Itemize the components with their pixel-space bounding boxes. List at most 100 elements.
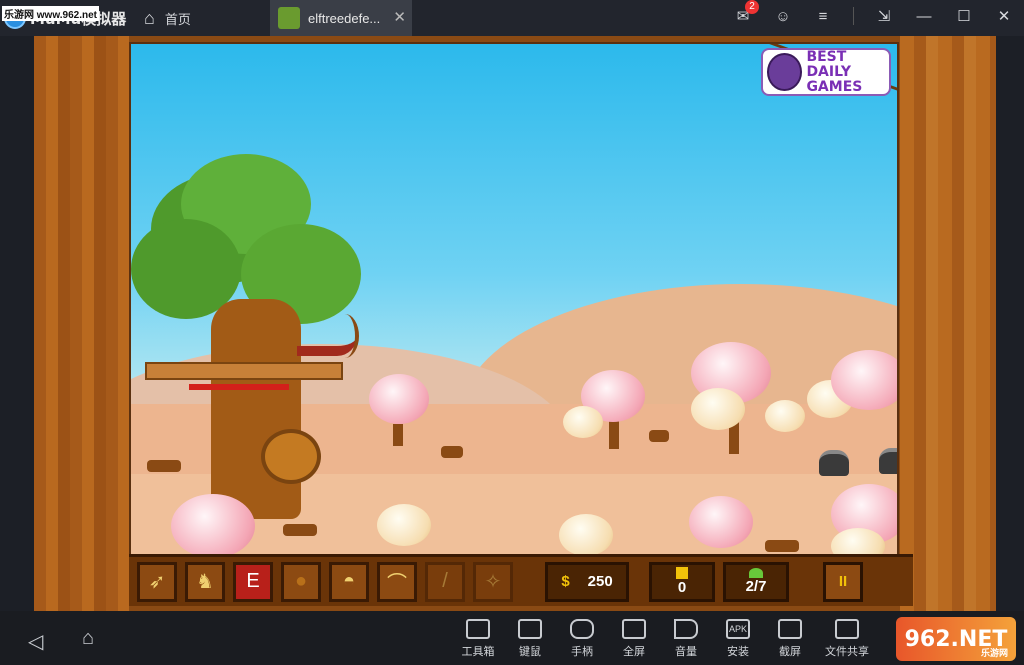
tool-screenshot[interactable]: 截屏 (764, 619, 816, 659)
pause-button[interactable]: II (823, 561, 863, 602)
cream-tree (559, 514, 613, 554)
wave-display: 2/7 (723, 561, 789, 602)
tool-label: 手柄 (571, 646, 593, 658)
home-tab-label: 首页 (164, 11, 191, 27)
back-icon[interactable]: ◁ (28, 629, 43, 654)
elf-shield-icon: E (246, 570, 260, 592)
bow-icon: ⌒ (387, 573, 407, 595)
tree-stump (765, 540, 799, 552)
user-icon[interactable]: ☺ (773, 6, 793, 26)
gamepad-icon (570, 619, 594, 639)
slot-pinecone-bomb[interactable]: ● (281, 561, 321, 602)
mail-icon[interactable]: ✉ 2 (733, 0, 759, 26)
wood-frame-left (34, 36, 129, 611)
shrink-icon[interactable]: ⇲ (874, 6, 894, 26)
tool-label: 键鼠 (519, 646, 541, 658)
tool-keyboard[interactable]: 键鼠 (504, 619, 556, 659)
menu-icon[interactable]: ≡ (813, 6, 833, 26)
tool-toolbox[interactable]: 工具箱 (452, 619, 504, 659)
orc-enemy[interactable] (879, 448, 897, 474)
pink-tree (831, 350, 897, 410)
sponsor-line-1: BEST DAILY (806, 48, 851, 80)
orc-enemy[interactable] (819, 450, 849, 476)
cream-tree (563, 406, 603, 438)
home-tab[interactable]: ⌂ 首页 (144, 6, 191, 30)
slot-horned-helmet[interactable]: ♞ (185, 561, 225, 602)
watermark-subtext: 乐游网 (980, 649, 1008, 659)
volume-icon (674, 619, 698, 639)
slot-wing-locked[interactable]: ✧ (473, 561, 513, 602)
pink-tree (689, 496, 753, 548)
wood-frame-right (900, 36, 996, 611)
slot-crossbow-bolt[interactable]: ➶ (137, 561, 177, 602)
cream-tree (765, 400, 805, 432)
enemy-head-icon (749, 568, 763, 578)
crossbow-bow (331, 314, 359, 358)
home-nav-icon[interactable]: ⌂ (82, 627, 94, 650)
tool-file-share[interactable]: 文件共享 (816, 619, 878, 659)
cream-tree (831, 528, 885, 554)
maximize-icon[interactable]: ☐ (954, 6, 974, 26)
pinecone-bomb-icon: ● (294, 570, 308, 592)
slot-bow[interactable]: ⌒ (377, 561, 417, 602)
tool-install-apk[interactable]: APK 安装 (712, 619, 764, 659)
money-value: 250 (587, 573, 613, 590)
slot-golden-helmet[interactable]: ◓ (329, 561, 369, 602)
slot-elf-shield[interactable]: E (233, 561, 273, 602)
emulator-dock: ◁ ⌂ 工具箱 键鼠 手柄 全屏 音量 APK 安装 截屏 文件共享 962.NE… (0, 611, 1024, 665)
pink-tree (171, 494, 255, 554)
close-window-icon[interactable]: ✕ (994, 6, 1014, 26)
close-tab-icon[interactable]: ✕ (393, 8, 406, 26)
tree-trunk (211, 299, 301, 519)
dollar-icon: $ (561, 573, 570, 590)
sponsor-logo[interactable]: BEST DAILY GAMES (761, 48, 891, 96)
game-hud: ➶ ♞ E ● ◓ ⌒ / ✧ $ 250 0 2/7 II (129, 554, 913, 606)
mail-badge: 2 (745, 0, 759, 14)
tree-stem (609, 419, 619, 449)
gold-display: 0 (649, 561, 715, 602)
keyboard-icon (518, 619, 542, 639)
tree-door (261, 429, 321, 484)
tree-stump (649, 430, 669, 442)
game-thumbnail-icon (278, 7, 300, 29)
cream-tree (691, 388, 745, 430)
wing-icon: ✧ (484, 571, 502, 593)
sponsor-line-2: GAMES (806, 78, 863, 95)
game-stage[interactable]: BEST DAILY GAMES (129, 42, 899, 556)
fullscreen-icon (622, 619, 646, 639)
crop-icon (778, 619, 802, 639)
money-display: $ 250 (545, 561, 629, 602)
tree-health-bar (189, 384, 289, 390)
tool-label: 安装 (727, 646, 749, 658)
tool-volume[interactable]: 音量 (660, 619, 712, 659)
pink-tree (369, 374, 429, 424)
tool-fullscreen[interactable]: 全屏 (608, 619, 660, 659)
slot-staff-locked[interactable]: / (425, 561, 465, 602)
tool-label: 音量 (675, 646, 697, 658)
tab-game[interactable]: elftreedefe... ✕ (270, 0, 412, 36)
divider (853, 7, 854, 25)
game-viewport[interactable]: BEST DAILY GAMES ➶ ♞ E ● ◓ ⌒ / ✧ $ 250 0… (34, 36, 996, 611)
ninja-mascot-icon (767, 53, 803, 91)
window-controls: ✉ 2 ☺ ≡ ⇲ — ☐ ✕ (733, 0, 1014, 26)
folder-icon (835, 619, 859, 639)
cream-tree (377, 504, 431, 546)
tree-stump (147, 460, 181, 472)
toolbox-icon (466, 619, 490, 639)
tool-label: 截屏 (779, 646, 801, 658)
gold-value: 0 (677, 579, 687, 596)
tree-platform (145, 362, 343, 380)
tool-label: 全屏 (623, 646, 645, 658)
tree-stem (393, 424, 403, 446)
minimize-icon[interactable]: — (914, 6, 934, 26)
golden-helmet-icon: ◓ (342, 570, 356, 592)
tool-gamepad[interactable]: 手柄 (556, 619, 608, 659)
title-bar: MuMu模拟器 乐游网 www.962.net ⌂ 首页 elftreedefe… (0, 0, 1024, 36)
tool-label: 工具箱 (461, 646, 495, 658)
tool-label: 文件共享 (825, 646, 869, 658)
apk-icon: APK (726, 619, 750, 639)
wave-value: 2/7 (745, 578, 767, 595)
toolbar: 工具箱 键鼠 手柄 全屏 音量 APK 安装 截屏 文件共享 (452, 619, 878, 659)
962-watermark-logo: 962.NET 乐游网 (896, 617, 1016, 661)
tab-title: elftreedefe... (308, 10, 381, 26)
